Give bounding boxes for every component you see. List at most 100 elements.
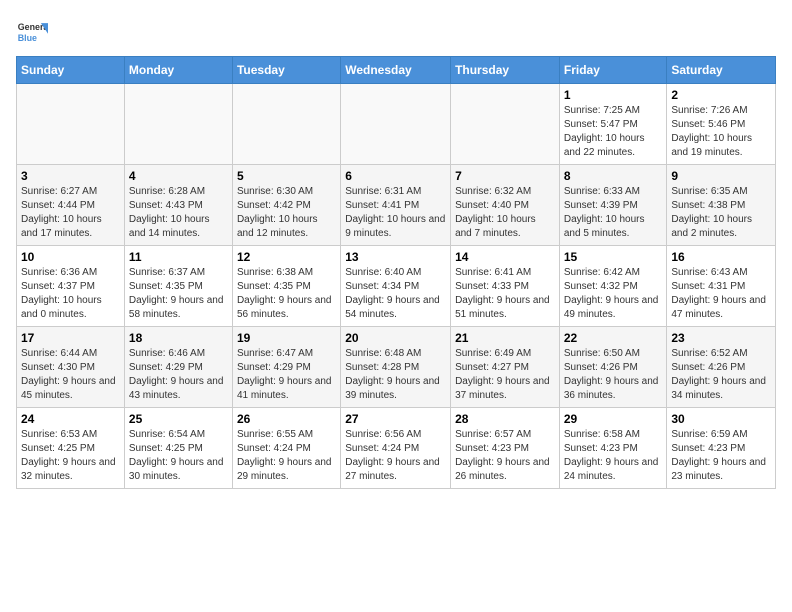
day-info: Sunrise: 6:44 AM Sunset: 4:30 PM Dayligh…: [21, 347, 120, 403]
weekday-header-tuesday: Tuesday: [232, 57, 340, 84]
calendar-cell: 24 Sunrise: 6:53 AM Sunset: 4:25 PM Dayli…: [17, 408, 125, 489]
day-number: 25: [129, 412, 228, 426]
day-number: 12: [237, 250, 336, 264]
weekday-header-monday: Monday: [124, 57, 232, 84]
day-info: Sunrise: 6:56 AM Sunset: 4:24 PM Dayligh…: [345, 428, 446, 484]
calendar-cell: 4Sunrise: 6:28 AM Sunset: 4:43 PM Daylig…: [124, 165, 232, 246]
day-info: Sunrise: 6:32 AM Sunset: 4:40 PM Dayligh…: [455, 185, 555, 241]
day-number: 3: [21, 169, 120, 183]
day-info: Sunrise: 6:57 AM Sunset: 4:23 PM Dayligh…: [455, 428, 555, 484]
weekday-header-friday: Friday: [559, 57, 667, 84]
day-info: Sunrise: 6:27 AM Sunset: 4:44 PM Dayligh…: [21, 185, 120, 241]
calendar-table: SundayMondayTuesdayWednesdayThursdayFrid…: [16, 56, 776, 489]
day-info: Sunrise: 6:30 AM Sunset: 4:42 PM Dayligh…: [237, 185, 336, 241]
calendar-cell: 5 Sunrise: 6:30 AM Sunset: 4:42 PM Daylig…: [232, 165, 340, 246]
day-info: Sunrise: 6:37 AM Sunset: 4:35 PM Dayligh…: [129, 266, 228, 322]
logo-icon: General Blue: [16, 16, 48, 48]
day-number: 13: [345, 250, 446, 264]
day-number: 29: [564, 412, 663, 426]
calendar-cell: 27 Sunrise: 6:56 AM Sunset: 4:24 PM Dayli…: [341, 408, 451, 489]
calendar-week-row: 17 Sunrise: 6:44 AM Sunset: 4:30 PM Dayli…: [17, 327, 776, 408]
day-number: 17: [21, 331, 120, 345]
day-info: Sunrise: 6:38 AM Sunset: 4:35 PM Dayligh…: [237, 266, 336, 322]
calendar-cell: 20 Sunrise: 6:48 AM Sunset: 4:28 PM Dayli…: [341, 327, 451, 408]
calendar-week-row: 10 Sunrise: 6:36 AM Sunset: 4:37 PM Dayli…: [17, 246, 776, 327]
day-info: Sunrise: 6:33 AM Sunset: 4:39 PM Dayligh…: [564, 185, 663, 241]
day-number: 21: [455, 331, 555, 345]
weekday-header-sunday: Sunday: [17, 57, 125, 84]
weekday-header-saturday: Saturday: [667, 57, 776, 84]
day-info: Sunrise: 6:31 AM Sunset: 4:41 PM Dayligh…: [345, 185, 446, 241]
day-info: Sunrise: 6:54 AM Sunset: 4:25 PM Dayligh…: [129, 428, 228, 484]
day-info: Sunrise: 6:53 AM Sunset: 4:25 PM Dayligh…: [21, 428, 120, 484]
calendar-cell: 7 Sunrise: 6:32 AM Sunset: 4:40 PM Daylig…: [451, 165, 560, 246]
day-info: Sunrise: 6:43 AM Sunset: 4:31 PM Dayligh…: [671, 266, 771, 322]
day-number: 27: [345, 412, 446, 426]
calendar-cell: 15Sunrise: 6:42 AM Sunset: 4:32 PM Dayli…: [559, 246, 667, 327]
day-number: 1: [564, 88, 663, 102]
day-number: 24: [21, 412, 120, 426]
calendar-cell: 17 Sunrise: 6:44 AM Sunset: 4:30 PM Dayli…: [17, 327, 125, 408]
calendar-cell: 1 Sunrise: 7:25 AM Sunset: 5:47 PM Daylig…: [559, 84, 667, 165]
weekday-header-thursday: Thursday: [451, 57, 560, 84]
day-info: Sunrise: 6:36 AM Sunset: 4:37 PM Dayligh…: [21, 266, 120, 322]
day-info: Sunrise: 6:49 AM Sunset: 4:27 PM Dayligh…: [455, 347, 555, 403]
calendar-cell: 23 Sunrise: 6:52 AM Sunset: 4:26 PM Dayli…: [667, 327, 776, 408]
weekday-header-row: SundayMondayTuesdayWednesdayThursdayFrid…: [17, 57, 776, 84]
day-number: 18: [129, 331, 228, 345]
calendar-cell: 19Sunrise: 6:47 AM Sunset: 4:29 PM Dayli…: [232, 327, 340, 408]
calendar-cell: 28Sunrise: 6:57 AM Sunset: 4:23 PM Dayli…: [451, 408, 560, 489]
calendar-cell: 22Sunrise: 6:50 AM Sunset: 4:26 PM Dayli…: [559, 327, 667, 408]
calendar-cell: 6 Sunrise: 6:31 AM Sunset: 4:41 PM Daylig…: [341, 165, 451, 246]
calendar-cell: 10 Sunrise: 6:36 AM Sunset: 4:37 PM Dayli…: [17, 246, 125, 327]
day-number: 14: [455, 250, 555, 264]
day-number: 26: [237, 412, 336, 426]
calendar-cell: 21 Sunrise: 6:49 AM Sunset: 4:27 PM Dayli…: [451, 327, 560, 408]
day-number: 9: [671, 169, 771, 183]
calendar-cell: 14 Sunrise: 6:41 AM Sunset: 4:33 PM Dayli…: [451, 246, 560, 327]
day-info: Sunrise: 6:58 AM Sunset: 4:23 PM Dayligh…: [564, 428, 663, 484]
calendar-week-row: 24 Sunrise: 6:53 AM Sunset: 4:25 PM Dayli…: [17, 408, 776, 489]
calendar-cell: 11 Sunrise: 6:37 AM Sunset: 4:35 PM Dayli…: [124, 246, 232, 327]
calendar-header: SundayMondayTuesdayWednesdayThursdayFrid…: [17, 57, 776, 84]
day-info: Sunrise: 6:55 AM Sunset: 4:24 PM Dayligh…: [237, 428, 336, 484]
day-number: 8: [564, 169, 663, 183]
calendar-cell: [451, 84, 560, 165]
calendar-cell: 18Sunrise: 6:46 AM Sunset: 4:29 PM Dayli…: [124, 327, 232, 408]
day-number: 11: [129, 250, 228, 264]
day-number: 23: [671, 331, 771, 345]
calendar-cell: [341, 84, 451, 165]
calendar-cell: 25 Sunrise: 6:54 AM Sunset: 4:25 PM Dayli…: [124, 408, 232, 489]
day-info: Sunrise: 7:26 AM Sunset: 5:46 PM Dayligh…: [671, 104, 771, 160]
calendar-cell: 13 Sunrise: 6:40 AM Sunset: 4:34 PM Dayli…: [341, 246, 451, 327]
calendar-week-row: 3 Sunrise: 6:27 AM Sunset: 4:44 PM Daylig…: [17, 165, 776, 246]
day-number: 7: [455, 169, 555, 183]
day-number: 30: [671, 412, 771, 426]
day-info: Sunrise: 6:47 AM Sunset: 4:29 PM Dayligh…: [237, 347, 336, 403]
calendar-cell: 16 Sunrise: 6:43 AM Sunset: 4:31 PM Dayli…: [667, 246, 776, 327]
weekday-header-wednesday: Wednesday: [341, 57, 451, 84]
calendar-cell: 26 Sunrise: 6:55 AM Sunset: 4:24 PM Dayli…: [232, 408, 340, 489]
day-number: 15: [564, 250, 663, 264]
calendar-cell: 8 Sunrise: 6:33 AM Sunset: 4:39 PM Daylig…: [559, 165, 667, 246]
calendar-cell: [232, 84, 340, 165]
page-header: General Blue: [16, 16, 776, 48]
day-number: 6: [345, 169, 446, 183]
day-info: Sunrise: 6:59 AM Sunset: 4:23 PM Dayligh…: [671, 428, 771, 484]
day-number: 2: [671, 88, 771, 102]
day-number: 20: [345, 331, 446, 345]
calendar-cell: 2 Sunrise: 7:26 AM Sunset: 5:46 PM Daylig…: [667, 84, 776, 165]
day-info: Sunrise: 6:52 AM Sunset: 4:26 PM Dayligh…: [671, 347, 771, 403]
calendar-cell: 30 Sunrise: 6:59 AM Sunset: 4:23 PM Dayli…: [667, 408, 776, 489]
day-number: 16: [671, 250, 771, 264]
day-info: Sunrise: 6:48 AM Sunset: 4:28 PM Dayligh…: [345, 347, 446, 403]
day-info: Sunrise: 7:25 AM Sunset: 5:47 PM Dayligh…: [564, 104, 663, 160]
day-info: Sunrise: 6:40 AM Sunset: 4:34 PM Dayligh…: [345, 266, 446, 322]
day-number: 5: [237, 169, 336, 183]
day-info: Sunrise: 6:28 AM Sunset: 4:43 PM Dayligh…: [129, 185, 228, 241]
calendar-week-row: 1 Sunrise: 7:25 AM Sunset: 5:47 PM Daylig…: [17, 84, 776, 165]
logo: General Blue: [16, 16, 48, 48]
day-number: 10: [21, 250, 120, 264]
day-info: Sunrise: 6:35 AM Sunset: 4:38 PM Dayligh…: [671, 185, 771, 241]
day-info: Sunrise: 6:41 AM Sunset: 4:33 PM Dayligh…: [455, 266, 555, 322]
